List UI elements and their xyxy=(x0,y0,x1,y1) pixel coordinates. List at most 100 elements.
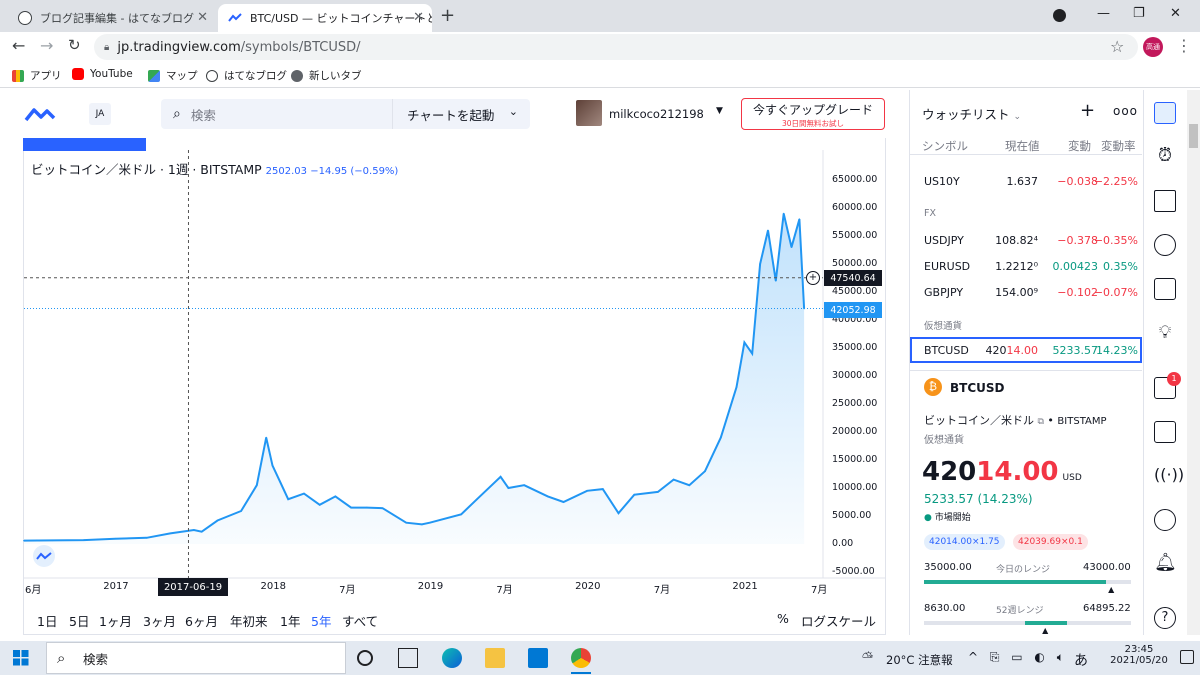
period-ytd[interactable]: 年初来 xyxy=(230,611,268,630)
clock-time: 23:45 xyxy=(1124,644,1154,655)
bid-badge: 42014.00×1.75 xyxy=(924,534,1005,550)
chrome-icon[interactable] xyxy=(571,648,591,668)
day-range-marker-icon: ▲ xyxy=(1108,585,1115,594)
y-tick-label: 0.00 xyxy=(832,538,854,549)
watchlist-more-icon[interactable]: ooo xyxy=(1113,104,1138,118)
close-window-icon[interactable]: ✕ xyxy=(1170,6,1181,21)
idea-lightbulb-icon[interactable]: 💡︎ xyxy=(1154,322,1176,344)
col-symbol[interactable]: シンボル xyxy=(922,138,968,154)
notifications-bell-icon[interactable]: 🔔︎ xyxy=(1154,552,1177,574)
col-last[interactable]: 現在値 xyxy=(1005,138,1040,154)
price-area-fill xyxy=(24,213,805,544)
browser-menu-icon[interactable]: ⋮ xyxy=(1176,36,1192,55)
calendar-icon[interactable] xyxy=(1154,278,1176,300)
add-alert-plus-icon[interactable]: + xyxy=(806,271,820,285)
price-point xyxy=(688,484,691,487)
watchlist-list-icon[interactable] xyxy=(1154,102,1176,124)
windows-start-icon[interactable] xyxy=(13,650,29,666)
x-tick-label: 2019 xyxy=(417,581,444,592)
ime-indicator[interactable]: あ xyxy=(1074,650,1088,670)
streams-icon[interactable]: ((·)) xyxy=(1154,465,1184,487)
taskbar-clock[interactable]: 23:45 2021/05/20 xyxy=(1104,644,1174,666)
price-chart-svg[interactable] xyxy=(0,0,908,600)
price-point xyxy=(303,492,305,495)
period-5d[interactable]: 5日 xyxy=(69,611,89,630)
row-symbol: GBPJPY xyxy=(924,286,964,299)
play-stream-icon[interactable] xyxy=(1154,509,1176,531)
weather-text[interactable]: 20°C 注意報 xyxy=(886,652,953,668)
news-icon[interactable] xyxy=(1154,190,1176,212)
y-tick-label: 5000.00 xyxy=(832,510,872,521)
tab-search-icon[interactable] xyxy=(1053,9,1066,22)
watchlist-row-btcusd[interactable]: BTCUSD 42014.00 5233.57 14.23% xyxy=(910,337,1142,363)
taskbar-search-placeholder: 検索 xyxy=(83,651,109,667)
day-range-low: 35000.00 xyxy=(924,562,972,573)
col-change-pct[interactable]: 変動率 xyxy=(1101,138,1136,154)
col-change[interactable]: 変動 xyxy=(1068,138,1091,154)
bookmark-star-icon[interactable]: ☆ xyxy=(1110,37,1124,56)
external-link-icon[interactable]: ⧉ xyxy=(1038,417,1044,427)
task-view-icon[interactable] xyxy=(398,648,418,668)
edge-browser-icon[interactable] xyxy=(442,648,462,668)
add-symbol-plus-icon[interactable]: + xyxy=(1080,100,1095,121)
system-tray-icons[interactable]: ^ ⎘ ▭ ◐ 🔈︎ xyxy=(968,650,1068,665)
y-tick-label: -5000.00 xyxy=(832,566,875,577)
period-1y[interactable]: 1年 xyxy=(280,611,300,630)
watchlist-row-us10y[interactable]: US10Y 1.637 −0.038 −2.25% xyxy=(910,169,1142,195)
x-tick-label: 2018 xyxy=(260,581,286,592)
profile-avatar[interactable]: 高通 xyxy=(1143,37,1163,57)
mail-icon[interactable] xyxy=(528,648,548,668)
row-change: −0.378 xyxy=(1057,234,1098,247)
period-all[interactable]: すべて xyxy=(342,611,378,630)
period-5y[interactable]: 5年 xyxy=(311,611,331,630)
details-symbol[interactable]: BTCUSD xyxy=(950,381,1005,395)
price-point xyxy=(798,218,801,220)
wk-range-label: 52週レンジ xyxy=(996,606,1044,616)
page-scrollbar[interactable] xyxy=(1187,90,1200,635)
help-icon[interactable]: ? xyxy=(1154,607,1176,629)
price-major: 420 xyxy=(922,457,977,487)
notification-badge: 1 xyxy=(1167,372,1181,386)
weather-icon[interactable]: ⛅︎ xyxy=(862,650,873,666)
data-window-icon[interactable] xyxy=(1154,234,1176,256)
log-scale-toggle[interactable]: ログスケール xyxy=(801,611,876,630)
price-point xyxy=(767,229,769,232)
period-3m[interactable]: 3ヶ月 xyxy=(143,611,176,630)
price-point xyxy=(381,507,384,509)
price-point xyxy=(405,521,407,524)
day-range-track xyxy=(924,580,1131,584)
taskbar-search-box[interactable]: ⌕ 検索 xyxy=(46,642,346,674)
price-point xyxy=(421,523,423,526)
x-tick-label: 7月 xyxy=(339,585,356,596)
period-6m[interactable]: 6ヶ月 xyxy=(185,611,218,630)
period-1d[interactable]: 1日 xyxy=(37,611,57,630)
price-point xyxy=(82,539,85,541)
private-chat-icon[interactable] xyxy=(1154,421,1176,443)
cortana-icon[interactable] xyxy=(357,650,373,666)
y-tick-label: 10000.00 xyxy=(832,482,878,493)
watchlist-row-eurusd[interactable]: EURUSD 1.2212⁰ 0.00423 0.35% xyxy=(910,254,1142,280)
alarm-clock-icon[interactable]: ⏰︎ xyxy=(1154,145,1176,167)
details-category: 仮想通貨 xyxy=(924,435,964,446)
price-point xyxy=(265,436,268,439)
restore-icon[interactable]: ❐ xyxy=(1133,6,1145,21)
y-tick-label: 35000.00 xyxy=(832,342,878,353)
scrollbar-thumb[interactable] xyxy=(1189,124,1198,148)
row-change-pct: −2.25% xyxy=(1093,175,1138,188)
watchlist-row-gbpjpy[interactable]: GBPJPY 154.00⁹ −0.102 −0.07% xyxy=(910,280,1142,306)
watchlist-row-usdjpy[interactable]: USDJPY 108.82⁴ −0.378 −0.35% xyxy=(910,228,1142,254)
action-center-icon[interactable] xyxy=(1180,650,1194,664)
price-point xyxy=(114,537,117,540)
period-1m[interactable]: 1ヶ月 xyxy=(99,611,132,630)
wk-range-track xyxy=(924,621,1131,625)
price-point xyxy=(782,212,785,215)
row-last: 154.00⁹ xyxy=(995,286,1038,299)
watchlist-title[interactable]: ウォッチリスト ⌄ xyxy=(922,104,1021,123)
price-point xyxy=(719,436,722,439)
minimize-icon[interactable]: — xyxy=(1097,6,1110,21)
x-tick-label: 7月 xyxy=(811,585,828,596)
details-exchange: BITSTAMP xyxy=(1057,416,1107,427)
row-last: 1.637 xyxy=(1006,175,1039,188)
file-explorer-icon[interactable] xyxy=(485,648,505,668)
percent-scale-toggle[interactable]: % xyxy=(777,611,789,626)
